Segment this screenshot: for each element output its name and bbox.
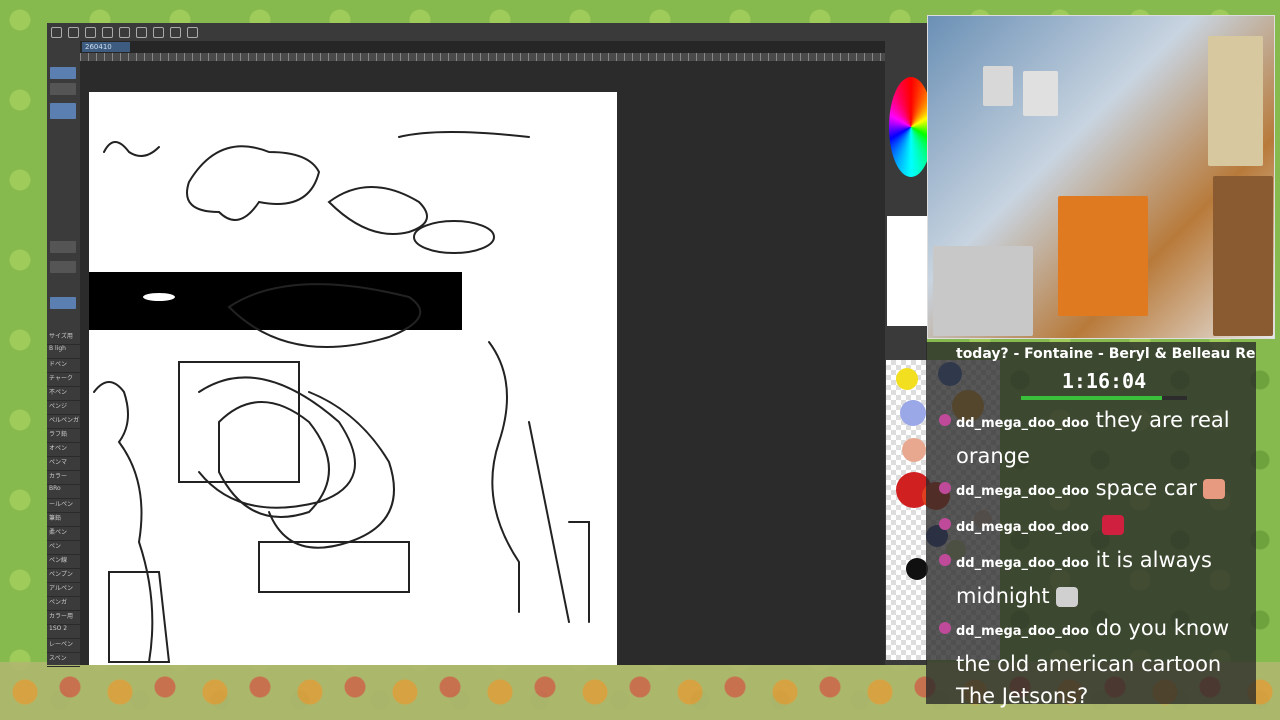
- tab-bar: 260410: [80, 41, 927, 53]
- brush-item[interactable]: 1SO 2: [47, 625, 80, 639]
- open-file-icon[interactable]: [68, 26, 79, 38]
- tool-selected[interactable]: [50, 103, 76, 119]
- base-rectangle: [258, 541, 410, 593]
- wheel-sketch: [413, 220, 495, 254]
- poster-portrait-2: [1023, 71, 1058, 116]
- chat-message: dd_mega_doo_doo space car: [939, 472, 1246, 508]
- bookshelf: [1213, 176, 1273, 336]
- brush-item[interactable]: ペン線: [47, 555, 80, 569]
- new-file-icon[interactable]: [51, 26, 62, 38]
- face-emote-icon: [1202, 479, 1225, 499]
- brush-item[interactable]: ペンジ: [47, 401, 80, 415]
- brush-item[interactable]: ラフ鉛: [47, 429, 80, 443]
- chat-message: dd_mega_doo_doo: [939, 508, 1246, 544]
- chat-badge-icon: [939, 622, 951, 634]
- chat-username: dd_mega_doo_doo: [956, 556, 1089, 571]
- brush-item[interactable]: 不ペン: [47, 387, 80, 401]
- chat-message: dd_mega_doo_doo they are real orange: [939, 404, 1246, 472]
- settings-icon[interactable]: [136, 26, 147, 38]
- plush-toy: [1208, 36, 1263, 166]
- brush-set-header[interactable]: [50, 297, 76, 309]
- chat-username: dd_mega_doo_doo: [956, 520, 1089, 535]
- navigator-thumbnail[interactable]: [887, 216, 927, 326]
- brush-item[interactable]: ペンプン: [47, 569, 80, 583]
- elephant-sketch: [186, 145, 321, 221]
- transform-icon[interactable]: [170, 26, 181, 38]
- document-tab[interactable]: 260410: [82, 42, 130, 52]
- sketch-drawing: [89, 131, 590, 663]
- stream-title-ticker: today? - Fontaine - Beryl & Belleau Reg: [956, 346, 1256, 362]
- timer-progress-bar: [1021, 396, 1187, 400]
- brush-item[interactable]: オペン: [47, 443, 80, 457]
- desk-area: [933, 246, 1033, 336]
- chat-badge-icon: [939, 482, 951, 494]
- canvas-area[interactable]: [80, 61, 885, 665]
- chat-badge-icon: [939, 518, 951, 530]
- brush-item[interactable]: サイズ用: [47, 331, 80, 345]
- brush-item[interactable]: ペルペンガ: [47, 415, 80, 429]
- brush-item[interactable]: チャーク: [47, 373, 80, 387]
- tool-option-2[interactable]: [50, 261, 76, 273]
- drawing-canvas[interactable]: [89, 92, 617, 665]
- brush-item[interactable]: ペンガ: [47, 597, 80, 611]
- brush-item[interactable]: スペン: [47, 653, 80, 667]
- palette-color-swatch[interactable]: [902, 438, 926, 462]
- redo-icon[interactable]: [119, 26, 130, 38]
- black-sky-panel: [89, 272, 462, 330]
- tool-brush[interactable]: [50, 83, 76, 95]
- scribble-text-right: [398, 131, 530, 138]
- brush-item[interactable]: カラー用: [47, 611, 80, 625]
- chat-log: dd_mega_doo_doo they are real orange dd_m…: [939, 404, 1246, 712]
- tower-sketch: [528, 421, 590, 623]
- timer-progress-fill: [1021, 396, 1163, 400]
- red-emote-icon: [1101, 515, 1124, 535]
- car-sketch: [327, 186, 428, 235]
- brush-item[interactable]: ドペン: [47, 359, 80, 373]
- brush-item[interactable]: BRo: [47, 485, 80, 499]
- chat-username: dd_mega_doo_doo: [956, 416, 1089, 431]
- chat-username: dd_mega_doo_doo: [956, 484, 1089, 499]
- scribble-text-left: [103, 141, 160, 157]
- poster-portrait-1: [983, 66, 1013, 106]
- chat-badge-icon: [939, 414, 951, 426]
- brush-item[interactable]: アルペン: [47, 583, 80, 597]
- tool-option[interactable]: [50, 241, 76, 253]
- undo-icon[interactable]: [102, 26, 113, 38]
- toolbar: [47, 23, 927, 41]
- chat-badge-icon: [939, 554, 951, 566]
- chat-username: dd_mega_doo_doo: [956, 624, 1089, 639]
- right-figure-sketch: [488, 341, 520, 613]
- palette-color-swatch[interactable]: [896, 368, 918, 390]
- save-icon[interactable]: [85, 26, 96, 38]
- dragon-poster: [1058, 196, 1148, 316]
- girl-figure: [93, 381, 154, 663]
- drawing-app-window: 260410 サイズ用 B ligh ドペン チャーク 不ペン ペンジ ペルペンガ ラフ鉛 オペ…: [47, 23, 933, 667]
- cat-emote-icon: [1055, 587, 1078, 607]
- brush-item[interactable]: レーペン: [47, 639, 80, 653]
- palette-color-swatch[interactable]: [906, 558, 928, 580]
- brush-item[interactable]: ペンマ: [47, 457, 80, 471]
- tool-pen[interactable]: [50, 67, 76, 79]
- stream-timer: 1:16:04: [1061, 369, 1147, 393]
- chat-message: dd_mega_doo_doo it is always midnight: [939, 544, 1246, 612]
- brush-item[interactable]: 柔ペン: [47, 527, 80, 541]
- fill-icon[interactable]: [153, 26, 164, 38]
- left-tool-panel: サイズ用 B ligh ドペン チャーク 不ペン ペンジ ペルペンガ ラフ鉛 オペン ペンマ カラー…: [47, 41, 80, 667]
- brush-list: サイズ用 B ligh ドペン チャーク 不ペン ペンジ ペルペンガ ラフ鉛 オペン ペンマ カラー…: [47, 331, 80, 667]
- machine-sketch: [178, 361, 356, 509]
- brush-item[interactable]: ールペン: [47, 499, 80, 513]
- chat-text: space car: [1095, 476, 1197, 500]
- horizontal-ruler: [80, 53, 885, 61]
- ufo-shape: [143, 293, 175, 301]
- brush-item[interactable]: ペン: [47, 541, 80, 555]
- palette-color-swatch[interactable]: [900, 400, 926, 426]
- brush-item[interactable]: 筆鉛: [47, 513, 80, 527]
- selection-icon[interactable]: [187, 26, 198, 38]
- girl-legs: [108, 571, 171, 663]
- chat-message: dd_mega_doo_doo do you know the old amer…: [939, 612, 1246, 712]
- webcam-feed: [927, 15, 1275, 339]
- brush-item[interactable]: カラー: [47, 471, 80, 485]
- brush-item[interactable]: B ligh: [47, 345, 80, 359]
